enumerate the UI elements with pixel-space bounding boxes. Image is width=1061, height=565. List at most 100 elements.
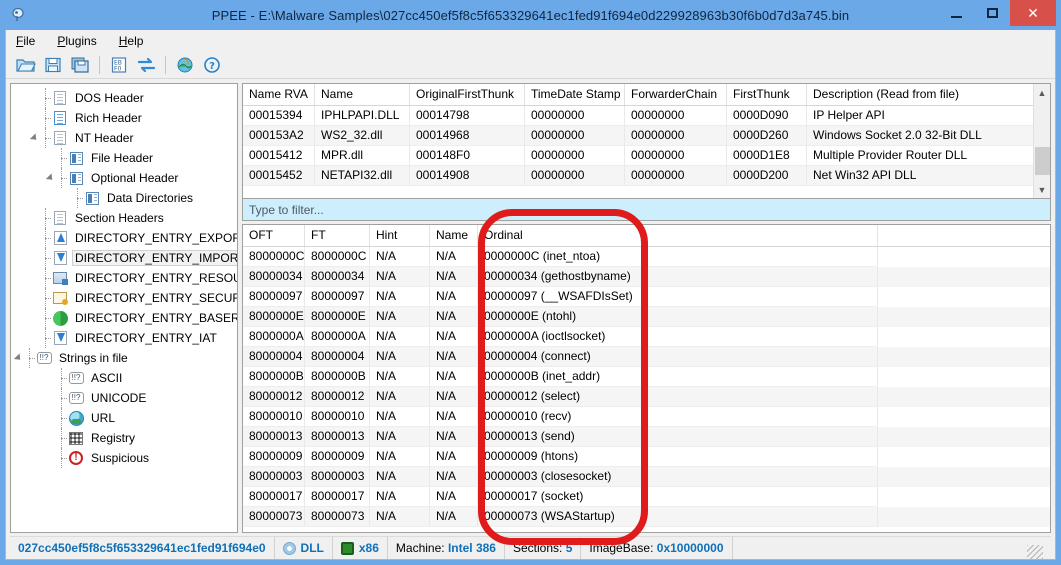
table-row[interactable]: 8000000E 8000000E N/A N/A 0000000E (ntohl) — [243, 307, 1050, 327]
tree-node-unicode[interactable]: !!? UNICODE — [11, 388, 237, 408]
table-cell: 00000009 (htons) — [478, 447, 878, 467]
tree-node-label: UNICODE — [91, 391, 147, 405]
table-row[interactable]: 000153A2 WS2_32.dll 00014968 00000000 000000… — [243, 126, 1033, 146]
functions-table-body[interactable]: 8000000C 8000000C N/A N/A 0000000C (inet_nto… — [243, 247, 1050, 532]
imports-scrollbar[interactable]: ▲ ▼ — [1033, 84, 1050, 198]
tree-node-label: DIRECTORY_ENTRY_RESOURCE — [75, 271, 237, 285]
menu-help[interactable]: Help — [117, 32, 154, 50]
table-row[interactable]: 80000034 80000034 N/A N/A 00000034 (gethostb… — [243, 267, 1050, 287]
table-row[interactable]: 80000004 80000004 N/A N/A 00000004 (connect) — [243, 347, 1050, 367]
column-header[interactable]: Name — [315, 84, 410, 105]
tree-node-directory-entry-import[interactable]: DIRECTORY_ENTRY_IMPORT — [11, 248, 237, 268]
table-row[interactable]: 80000073 80000073 N/A N/A 00000073 (WSAStart… — [243, 507, 1050, 527]
tree-node-label: Registry — [91, 431, 136, 445]
table-cell: 8000000A — [243, 327, 305, 347]
table-cell: 80000034 — [305, 267, 370, 287]
table-cell: N/A — [370, 507, 430, 527]
tree-node-directory-entry-resource[interactable]: DIRECTORY_ENTRY_RESOURCE — [11, 268, 237, 288]
table-row[interactable]: 8000000A 8000000A N/A N/A 0000000A (ioctlsoc… — [243, 327, 1050, 347]
column-header[interactable]: Description (Read from file) — [807, 84, 1037, 105]
resize-grip[interactable] — [1027, 545, 1043, 559]
table-cell: 80000004 — [243, 347, 305, 367]
imports-table-body[interactable]: 00015394 IPHLPAPI.DLL 00014798 00000000 0000… — [243, 106, 1033, 198]
table-row[interactable]: 8000000C 8000000C N/A N/A 0000000C (inet_nto… — [243, 247, 1050, 267]
tree-node-url[interactable]: URL — [11, 408, 237, 428]
table-cell: N/A — [370, 267, 430, 287]
table-row[interactable]: 00015394 IPHLPAPI.DLL 00014798 00000000 0000… — [243, 106, 1033, 126]
imports-scroll-track[interactable] — [1034, 101, 1051, 181]
security-icon — [51, 289, 69, 307]
tree-node-nt-header[interactable]: NT Header — [11, 128, 237, 148]
column-header[interactable]: Ordinal — [478, 225, 878, 246]
tree-node-section-headers[interactable]: Section Headers — [11, 208, 237, 228]
tree-connector — [41, 108, 51, 128]
table-cell: 8000000B — [305, 367, 370, 387]
ppee-window: PPEE - E:\Malware Samples\027cc450ef5f8c… — [0, 0, 1061, 565]
hex-view-icon[interactable]: EB F0 — [107, 53, 131, 77]
tree-node-registry[interactable]: Registry — [11, 428, 237, 448]
tree-node-directory-entry-iat[interactable]: DIRECTORY_ENTRY_IAT — [11, 328, 237, 348]
tree-node-strings-in-file[interactable]: !!? Strings in file — [11, 348, 237, 368]
save-as-icon[interactable] — [68, 53, 92, 77]
tree-node-ascii[interactable]: !!? ASCII — [11, 368, 237, 388]
open-folder-icon[interactable] — [14, 53, 38, 77]
table-row[interactable]: 80000013 80000013 N/A N/A 00000013 (send) — [243, 427, 1050, 447]
chevron-down-icon[interactable] — [43, 168, 57, 188]
close-button[interactable]: ✕ — [1010, 0, 1056, 26]
toolbar: EB F0 ? — [6, 51, 1055, 79]
column-header[interactable]: FT — [305, 225, 370, 246]
table-row[interactable]: 00015452 NETAPI32.dll 00014908 00000000 0000… — [243, 166, 1033, 186]
maximize-button[interactable] — [974, 0, 1010, 26]
tree-connector — [41, 288, 51, 308]
table-row[interactable]: 80000097 80000097 N/A N/A 00000097 (__WSAFDI… — [243, 287, 1050, 307]
column-header[interactable]: ForwarderChain — [625, 84, 727, 105]
tree-node-label: NT Header — [75, 131, 134, 145]
table-cell: 00000097 (__WSAFDIsSet) — [478, 287, 878, 307]
imports-scroll-thumb[interactable] — [1034, 147, 1050, 175]
help-icon[interactable]: ? — [200, 53, 224, 77]
table-row[interactable]: 00015412 MPR.dll 000148F0 00000000 00000000 0… — [243, 146, 1033, 166]
tree-node-directory-entry-export[interactable]: DIRECTORY_ENTRY_EXPORT — [11, 228, 237, 248]
filter-input[interactable]: Type to filter... — [242, 199, 1051, 221]
column-header[interactable]: Name — [430, 225, 478, 246]
web-lookup-icon[interactable] — [173, 53, 197, 77]
menu-file-rest: ile — [23, 33, 36, 48]
table-row[interactable]: 80000012 80000012 N/A N/A 00000012 (select) — [243, 387, 1050, 407]
tree-node-directory-entry-basereloc[interactable]: DIRECTORY_ENTRY_BASERELOC — [11, 308, 237, 328]
table-row[interactable]: 80000003 80000003 N/A N/A 00000003 (closesoc… — [243, 467, 1050, 487]
column-header[interactable]: Name RVA — [243, 84, 315, 105]
imported-functions-table[interactable]: OFT FT Hint Name Ordinal 8000000C 8000000C N/A… — [242, 224, 1051, 533]
scroll-down-icon[interactable]: ▼ — [1034, 181, 1051, 198]
tree-node-rich-header[interactable]: Rich Header — [11, 108, 237, 128]
column-header[interactable]: OriginalFirstThunk — [410, 84, 525, 105]
chevron-down-icon[interactable] — [27, 128, 41, 148]
tree-node-file-header[interactable]: File Header — [11, 148, 237, 168]
table-row[interactable]: 80000009 80000009 N/A N/A 00000009 (htons) — [243, 447, 1050, 467]
table-cell: 00000073 (WSAStartup) — [478, 507, 878, 527]
table-row[interactable]: 80000010 80000010 N/A N/A 00000010 (recv) — [243, 407, 1050, 427]
tree-node-dos-header[interactable]: DOS Header — [11, 88, 237, 108]
tree-node-suspicious[interactable]: ! Suspicious — [11, 448, 237, 468]
tree-node-label: DOS Header — [75, 91, 144, 105]
minimize-button[interactable] — [938, 0, 974, 26]
save-icon[interactable] — [41, 53, 65, 77]
tree-node-directory-entry-security[interactable]: DIRECTORY_ENTRY_SECURITY — [11, 288, 237, 308]
chevron-down-icon[interactable] — [11, 348, 25, 368]
table-row[interactable]: 80000017 80000017 N/A N/A 00000017 (socket) — [243, 487, 1050, 507]
functions-table-header: OFT FT Hint Name Ordinal — [243, 225, 1050, 247]
column-header[interactable]: TimeDate Stamp — [525, 84, 625, 105]
tree-node-optional-header[interactable]: Optional Header — [11, 168, 237, 188]
tree-node-data-directories[interactable]: Data Directories — [11, 188, 237, 208]
scroll-up-icon[interactable]: ▲ — [1034, 84, 1051, 101]
menu-plugins[interactable]: Plugins — [55, 32, 106, 50]
refresh-icon[interactable] — [134, 53, 158, 77]
menu-file[interactable]: File — [14, 32, 45, 50]
column-header[interactable]: OFT — [243, 225, 305, 246]
imports-table[interactable]: Name RVA Name OriginalFirstThunk TimeDate S… — [242, 83, 1051, 199]
column-header[interactable]: FirstThunk — [727, 84, 807, 105]
pe-structure-tree[interactable]: DOS Header Rich Header NT Header File Heade… — [10, 83, 238, 533]
table-row[interactable]: 8000000B 8000000B N/A N/A 0000000B (inet_add… — [243, 367, 1050, 387]
column-header[interactable]: Hint — [370, 225, 430, 246]
